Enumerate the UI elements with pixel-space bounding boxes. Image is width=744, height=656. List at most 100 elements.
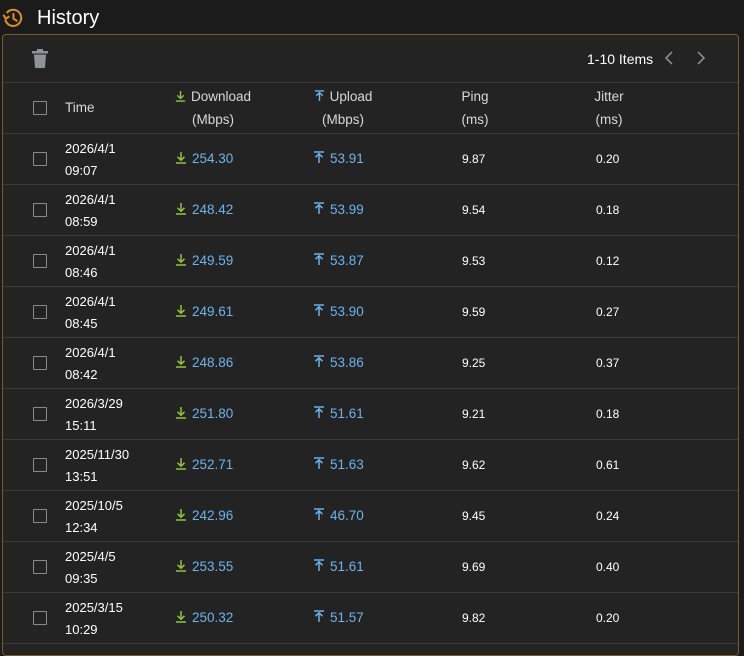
table-row[interactable]: 2025/11/30 13:51 252.71 51.63 9.62 0.61 xyxy=(3,440,738,491)
row-ping: 9.87 xyxy=(462,152,486,166)
table-row[interactable]: 2025/3/15 10:29 250.32 51.57 9.82 0.20 xyxy=(3,593,738,644)
row-jitter: 0.24 xyxy=(596,509,620,523)
row-clock: 08:42 xyxy=(65,367,98,382)
download-arrow-icon xyxy=(176,509,186,521)
row-checkbox[interactable] xyxy=(33,254,47,268)
table-row[interactable]: 2025/4/5 09:35 253.55 51.61 9.69 0.40 xyxy=(3,542,738,593)
row-date: 2025/11/30 xyxy=(65,447,130,462)
row-checkbox[interactable] xyxy=(33,458,47,472)
row-upload-value: 53.99 xyxy=(330,202,364,217)
row-date: 2026/4/1 xyxy=(65,192,116,207)
column-upload-label: Upload xyxy=(314,89,372,104)
history-icon xyxy=(2,8,23,27)
download-arrow-icon xyxy=(176,611,186,623)
row-ping: 9.45 xyxy=(462,509,486,523)
upload-arrow-icon xyxy=(314,90,324,102)
history-table-body: 2026/4/1 09:07 254.30 53.91 9.87 0.20 2026/4/1… xyxy=(3,134,738,644)
row-download-value: 248.42 xyxy=(192,202,234,217)
row-download-value: 254.30 xyxy=(192,151,234,166)
upload-arrow-icon xyxy=(314,406,324,418)
row-checkbox[interactable] xyxy=(33,407,47,421)
row-download: 251.80 xyxy=(175,406,233,421)
upload-arrow-icon xyxy=(314,202,324,214)
upload-arrow-icon xyxy=(314,457,324,469)
delete-icon[interactable] xyxy=(31,49,49,69)
row-time: 2025/11/30 13:51 xyxy=(65,444,129,488)
row-jitter: 0.61 xyxy=(596,458,620,472)
chevron-right-icon[interactable] xyxy=(693,49,709,67)
upload-arrow-icon xyxy=(314,151,324,163)
column-download[interactable]: Download (Mbps) xyxy=(163,85,263,131)
row-date: 2026/4/1 xyxy=(65,243,116,258)
row-checkbox[interactable] xyxy=(33,611,47,625)
row-checkbox[interactable] xyxy=(33,203,47,217)
row-time: 2025/4/5 09:35 xyxy=(65,546,116,590)
column-jitter[interactable]: Jitter (ms) xyxy=(583,85,635,131)
row-upload-value: 51.57 xyxy=(330,610,364,625)
column-download-label: Download xyxy=(175,89,251,104)
row-download-value: 252.71 xyxy=(192,457,234,472)
row-time: 2025/10/5 12:34 xyxy=(65,495,123,539)
row-checkbox[interactable] xyxy=(33,305,47,319)
row-date: 2026/4/1 xyxy=(65,141,116,156)
row-upload-value: 46.70 xyxy=(330,508,364,523)
upload-arrow-icon xyxy=(314,355,324,367)
row-checkbox[interactable] xyxy=(33,152,47,166)
download-arrow-icon xyxy=(176,203,186,215)
column-time-label: Time xyxy=(65,100,95,115)
row-upload-value: 53.86 xyxy=(330,355,364,370)
select-all-checkbox[interactable] xyxy=(33,101,47,115)
column-ping[interactable]: Ping (ms) xyxy=(449,85,501,131)
download-arrow-icon xyxy=(176,305,186,317)
row-download: 249.59 xyxy=(175,253,233,268)
row-download-value: 249.61 xyxy=(192,304,234,319)
upload-arrow-icon xyxy=(314,304,324,316)
table-row[interactable]: 2026/4/1 09:07 254.30 53.91 9.87 0.20 xyxy=(3,134,738,185)
upload-arrow-icon xyxy=(314,253,324,265)
row-download: 252.71 xyxy=(175,457,233,472)
row-time: 2026/4/1 08:45 xyxy=(65,291,116,335)
column-upload[interactable]: Upload (Mbps) xyxy=(293,85,393,131)
row-date: 2025/10/5 xyxy=(65,498,123,513)
row-jitter: 0.18 xyxy=(596,203,620,217)
upload-arrow-icon xyxy=(314,559,324,571)
row-jitter: 0.40 xyxy=(596,560,620,574)
column-download-unit: (Mbps) xyxy=(191,112,234,127)
row-checkbox[interactable] xyxy=(33,560,47,574)
table-row[interactable]: 2025/10/5 12:34 242.96 46.70 9.45 0.24 xyxy=(3,491,738,542)
table-row[interactable]: 2026/4/1 08:42 248.86 53.86 9.25 0.37 xyxy=(3,338,738,389)
column-time[interactable]: Time xyxy=(65,96,95,119)
row-time: 2026/4/1 08:59 xyxy=(65,189,116,233)
row-download-value: 250.32 xyxy=(192,610,234,625)
table-row[interactable]: 2026/4/1 08:45 249.61 53.90 9.59 0.27 xyxy=(3,287,738,338)
row-checkbox[interactable] xyxy=(33,356,47,370)
row-download: 248.86 xyxy=(175,355,233,370)
table-row[interactable]: 2026/3/29 15:11 251.80 51.61 9.21 0.18 xyxy=(3,389,738,440)
row-download: 242.96 xyxy=(175,508,233,523)
row-upload: 51.57 xyxy=(313,610,364,625)
row-time: 2026/4/1 08:42 xyxy=(65,342,116,386)
table-row[interactable]: 2026/4/1 08:46 249.59 53.87 9.53 0.12 xyxy=(3,236,738,287)
row-upload: 51.61 xyxy=(313,559,364,574)
column-jitter-unit: (ms) xyxy=(595,112,623,127)
download-arrow-icon xyxy=(175,90,186,102)
row-upload: 53.91 xyxy=(313,151,364,166)
chevron-left-icon[interactable] xyxy=(661,49,677,67)
table-row[interactable]: 2026/4/1 08:59 248.42 53.99 9.54 0.18 xyxy=(3,185,738,236)
row-upload: 53.99 xyxy=(313,202,364,217)
row-ping: 9.21 xyxy=(462,407,486,421)
row-checkbox[interactable] xyxy=(33,509,47,523)
row-upload: 46.70 xyxy=(313,508,364,523)
row-download: 250.32 xyxy=(175,610,233,625)
row-clock: 08:59 xyxy=(65,214,98,229)
row-clock: 08:45 xyxy=(65,316,98,331)
row-jitter: 0.37 xyxy=(596,356,620,370)
table-header: Time Download (Mbps) Upload (Mbps) Ping … xyxy=(3,83,738,134)
row-clock: 08:46 xyxy=(65,265,98,280)
row-jitter: 0.20 xyxy=(596,611,620,625)
row-upload-value: 51.61 xyxy=(330,559,364,574)
row-upload: 53.86 xyxy=(313,355,364,370)
row-ping: 9.69 xyxy=(462,560,486,574)
row-upload: 53.87 xyxy=(313,253,364,268)
download-arrow-icon xyxy=(176,254,186,266)
